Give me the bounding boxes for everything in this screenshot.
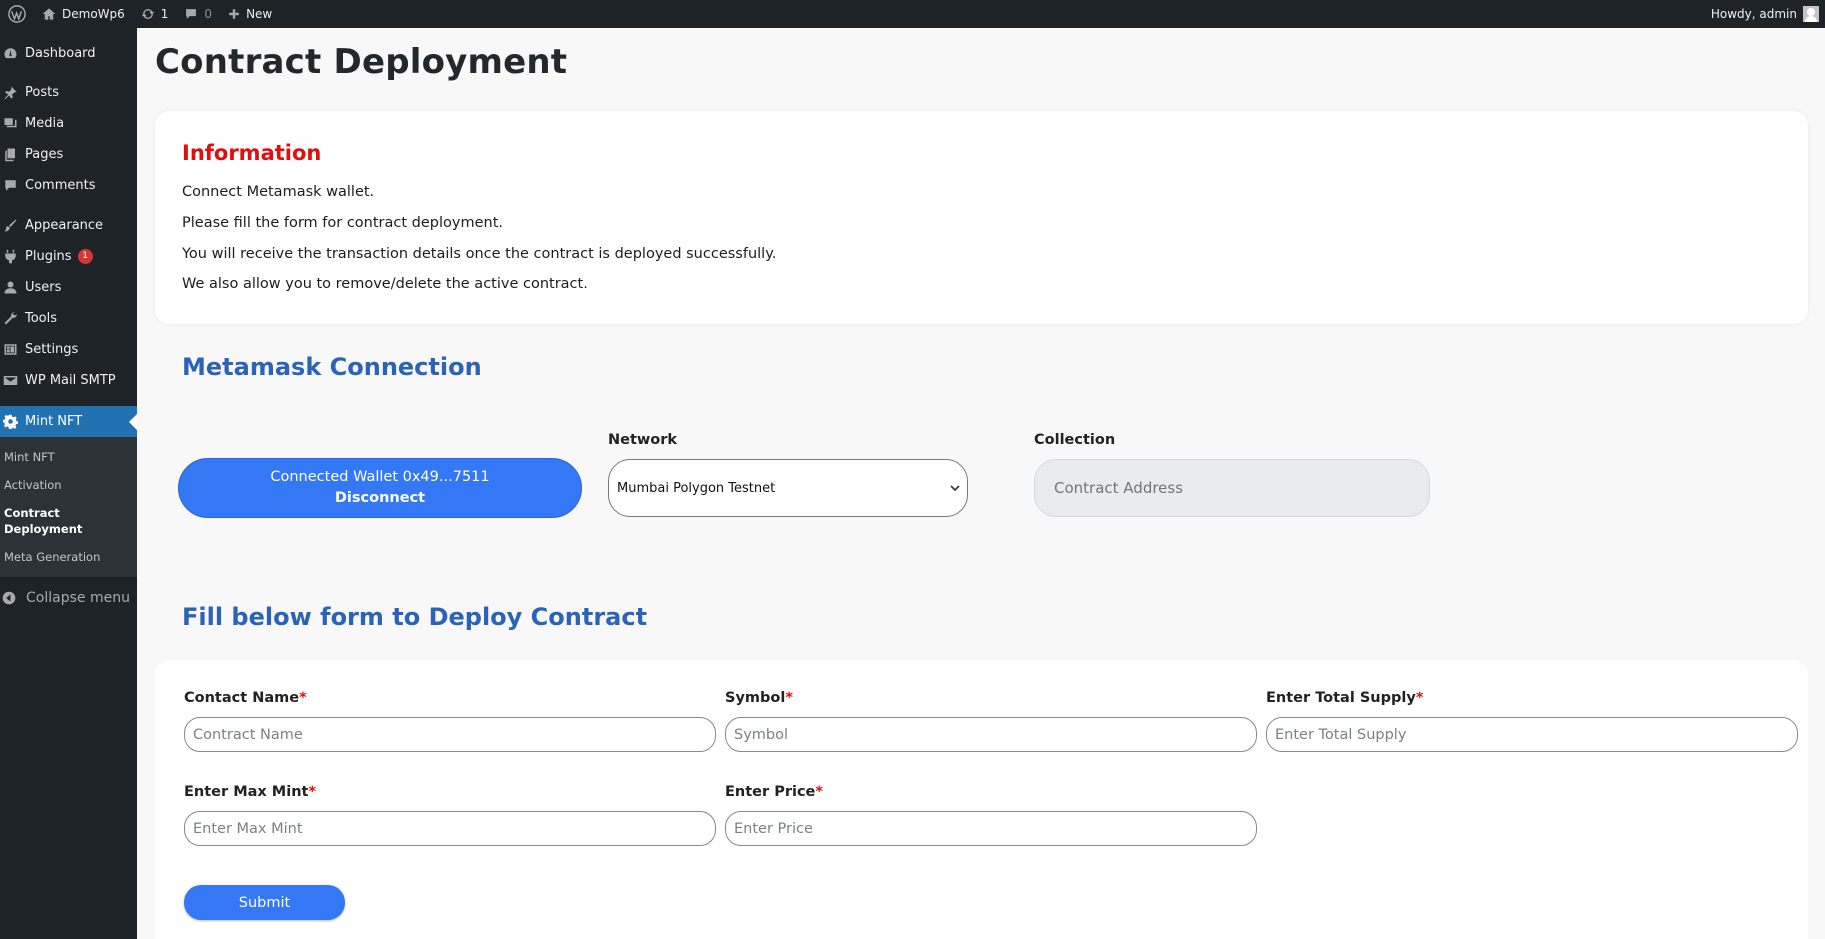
collapse-menu-button[interactable]: Collapse menu (0, 581, 137, 615)
total-supply-input[interactable] (1266, 717, 1798, 752)
sidebar-item-label: Appearance (25, 218, 104, 233)
sidebar-item-label: Users (25, 280, 62, 295)
price-input[interactable] (725, 811, 1257, 846)
info-line: Please fill the form for contract deploy… (182, 215, 504, 231)
information-heading: Information (182, 141, 322, 165)
sidebar-item-users[interactable]: Users (0, 272, 137, 303)
sidebar-item-label: Dashboard (25, 46, 96, 61)
updates-icon (141, 7, 155, 21)
network-selected-value: Mumbai Polygon Testnet (617, 480, 776, 496)
sidebar-item-appearance[interactable]: Appearance (0, 210, 137, 241)
sidebar-item-label: Pages (25, 147, 64, 162)
network-select[interactable]: Mumbai Polygon Testnet (608, 459, 968, 517)
sidebar-item-label: WP Mail SMTP (25, 373, 116, 388)
account-menu[interactable]: Howdy, admin (1703, 0, 1825, 28)
plus-icon (228, 8, 240, 20)
updates-count: 1 (160, 7, 169, 21)
contract-address-input[interactable] (1034, 459, 1430, 517)
wrench-icon (2, 311, 18, 327)
sidebar-item-posts[interactable]: Posts (0, 77, 137, 108)
submenu-item-meta-generation[interactable]: Meta Generation (0, 543, 137, 571)
max-mint-input[interactable] (184, 811, 716, 846)
site-name: DemoWp6 (62, 7, 125, 21)
avatar (1803, 6, 1819, 22)
sidebar-item-tools[interactable]: Tools (0, 303, 137, 334)
info-line: Connect Metamask wallet. (182, 184, 375, 200)
deploy-form-card (155, 660, 1808, 939)
home-icon (42, 7, 56, 21)
pin-icon (2, 85, 18, 101)
main-content: Contract Deployment Information Connect … (137, 28, 1825, 939)
wallet-disconnect-button[interactable]: Connected Wallet 0x49...7511 Disconnect (178, 458, 582, 518)
required-mark: * (308, 784, 317, 800)
sidebar-item-media[interactable]: Media (0, 108, 137, 139)
dashboard-icon (2, 46, 18, 62)
mint-nft-submenu: Mint NFT Activation Contract Deployment … (0, 437, 137, 577)
submenu-item-activation[interactable]: Activation (0, 471, 137, 499)
updates-link[interactable]: 1 (133, 0, 177, 28)
new-label: New (246, 7, 273, 21)
sidebar-item-label: Mint NFT (25, 414, 83, 429)
total-supply-label: Enter Total Supply* (1266, 690, 1424, 706)
brush-icon (2, 218, 18, 234)
required-mark: * (1415, 690, 1424, 706)
required-mark: * (785, 690, 793, 706)
submenu-item-mint-nft[interactable]: Mint NFT (0, 443, 137, 471)
howdy-text: Howdy, admin (1710, 7, 1797, 21)
sidebar-item-mint-nft[interactable]: Mint NFT (0, 406, 137, 437)
plugins-update-badge: 1 (77, 249, 93, 264)
media-icon (2, 116, 18, 132)
page-title: Contract Deployment (155, 42, 568, 82)
deploy-form-heading: Fill below form to Deploy Contract (182, 603, 648, 631)
chevron-down-icon (949, 482, 961, 498)
sidebar-item-comments[interactable]: Comments (0, 170, 137, 201)
new-content-link[interactable]: New (220, 0, 280, 28)
collapse-label: Collapse menu (26, 590, 130, 606)
submenu-item-contract-deployment[interactable]: Contract Deployment (0, 499, 90, 543)
info-line: We also allow you to remove/delete the a… (182, 276, 588, 292)
price-label: Enter Price* (725, 784, 823, 800)
settings-icon (2, 342, 18, 358)
wordpress-logo-icon[interactable] (0, 0, 34, 28)
sidebar-item-wp-mail-smtp[interactable]: WP Mail SMTP (0, 365, 137, 396)
comments-link[interactable]: 0 (176, 0, 220, 28)
sidebar-item-label: Posts (25, 85, 59, 100)
symbol-label: Symbol* (725, 690, 793, 706)
network-label: Network (608, 432, 678, 448)
pages-icon (2, 147, 18, 163)
sidebar-item-label: Settings (25, 342, 79, 357)
user-icon (2, 280, 18, 296)
contract-name-input[interactable] (184, 717, 716, 752)
contract-name-label: Contact Name* (184, 690, 307, 706)
comment-icon (184, 7, 198, 21)
required-mark: * (299, 690, 307, 706)
information-card: Information Connect Metamask wallet. Ple… (155, 111, 1808, 324)
mail-icon (2, 373, 18, 389)
submit-button[interactable]: Submit (184, 885, 345, 920)
disconnect-label: Disconnect (334, 490, 426, 506)
sidebar-item-plugins[interactable]: Plugins 1 (0, 241, 137, 272)
site-name-link[interactable]: DemoWp6 (34, 0, 133, 28)
gear-icon (2, 414, 18, 430)
comments-count: 0 (204, 7, 213, 21)
sidebar-item-label: Comments (25, 178, 96, 193)
connected-wallet-label: Connected Wallet 0x49...7511 (270, 469, 490, 485)
metamask-connection-heading: Metamask Connection (182, 353, 482, 381)
sidebar-item-settings[interactable]: Settings (0, 334, 137, 365)
comment-icon (2, 178, 18, 194)
plug-icon (2, 249, 18, 265)
sidebar-item-label: Plugins (25, 249, 72, 264)
sidebar-item-dashboard[interactable]: Dashboard (0, 38, 137, 69)
collapse-icon (2, 590, 18, 606)
symbol-input[interactable] (725, 717, 1257, 752)
admin-bar: DemoWp6 1 0 New Howdy, admin (0, 0, 1825, 28)
admin-sidebar: Dashboard Posts Media Pages Comments App… (0, 28, 137, 939)
info-line: You will receive the transaction details… (182, 246, 777, 262)
sidebar-item-pages[interactable]: Pages (0, 139, 137, 170)
required-mark: * (815, 784, 823, 800)
collection-label: Collection (1034, 432, 1116, 448)
sidebar-item-label: Media (25, 116, 65, 131)
sidebar-item-label: Tools (25, 311, 58, 326)
max-mint-label: Enter Max Mint* (184, 784, 317, 800)
